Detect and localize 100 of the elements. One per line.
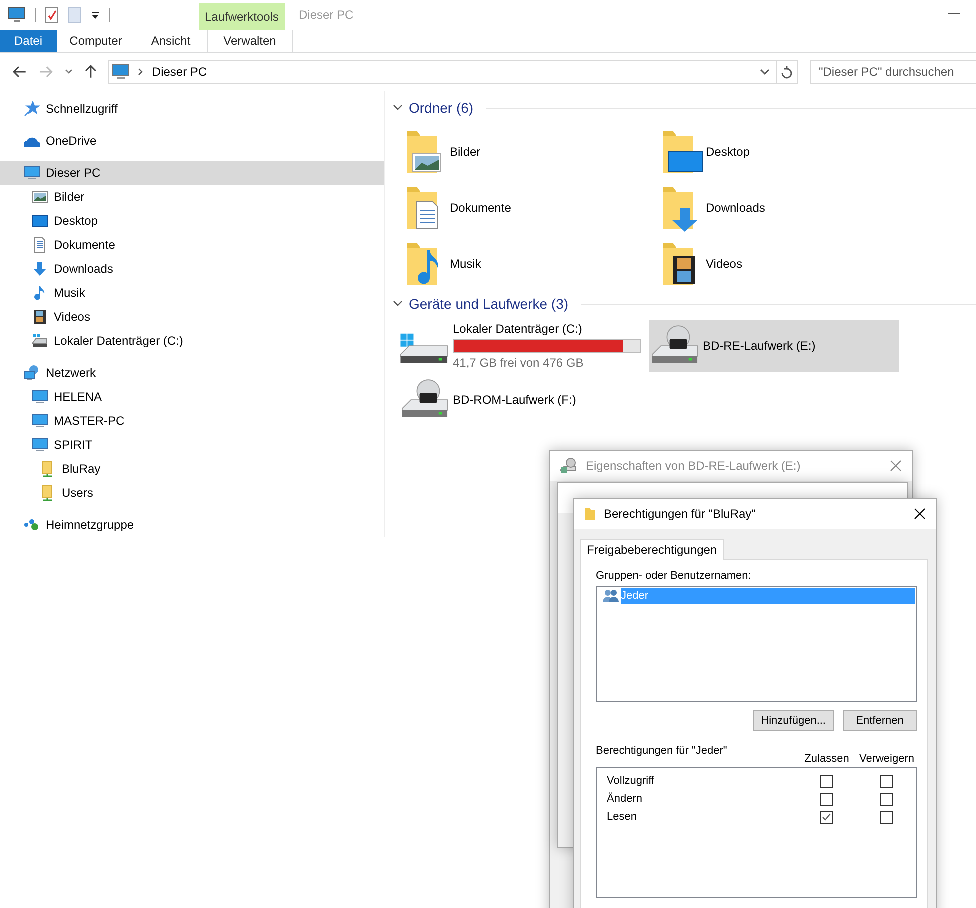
dialog-title: Eigenschaften von BD-RE-Laufwerk (E:) [586,459,801,473]
folder-icon [584,507,596,521]
nav-label: Heimnetzgruppe [46,518,134,532]
drive-icon [560,458,578,474]
nav-item[interactable]: Videos [0,305,384,329]
drive-icon [32,333,48,349]
nav-item[interactable]: Netzwerk [0,361,384,385]
nav-label: SPIRIT [54,438,93,452]
document-icon [32,237,48,253]
column-header: Verweigern [858,753,916,765]
deny-checkbox[interactable] [880,774,892,788]
drive-item[interactable]: Lokaler Datenträger (C:) 41,7 GB frei von 476 GB [399,320,649,372]
nav-label: Dieser PC [46,166,101,180]
nav-label: Bilder [54,190,85,204]
ribbon-tab[interactable]: Verwalten [207,30,293,52]
nav-label: Netzwerk [46,366,96,380]
folder-label: Desktop [706,145,750,159]
breadcrumb[interactable]: Dieser PC [152,65,208,79]
groups-label: Gruppen- oder Benutzernamen: [596,570,752,582]
free-space-text: 41,7 GB frei von 476 GB [453,356,585,370]
allow-checkbox[interactable] [820,810,832,824]
nav-item[interactable]: Dokumente [0,233,384,257]
search-field[interactable]: "Dieser PC" durchsuchen [810,60,976,84]
back-icon[interactable] [13,66,27,78]
computer-icon [32,437,48,453]
permission-name: Lesen [607,811,638,823]
folder-item[interactable]: Musik [403,236,659,292]
chevron-icon[interactable] [393,300,403,308]
nav-item[interactable]: MASTER-PC [0,409,384,433]
drive-item[interactable]: BD-ROM-Laufwerk (F:) [399,374,649,426]
deny-checkbox[interactable] [880,810,892,824]
folder-item[interactable]: Bilder [403,124,659,180]
allow-checkbox[interactable] [820,774,832,788]
nav-item[interactable]: Lokaler Datenträger (C:) [0,329,384,353]
remove-button[interactable]: Entfernen [843,710,917,731]
chevron-icon [138,68,144,76]
dropdown-icon[interactable] [91,10,100,20]
folder-item[interactable]: Videos [659,236,915,292]
nav-item[interactable]: OneDrive [0,129,384,153]
folder-label: Downloads [706,201,766,215]
nav-label: Users [62,486,94,500]
nav-label: MASTER-PC [54,414,125,428]
homegroup-icon [24,517,40,533]
dialog-title: Berechtigungen für "BluRay" [604,507,756,521]
nav-item[interactable]: Dieser PC [0,161,384,185]
folder-item[interactable]: Dokumente [403,180,659,236]
drive-label: BD-RE-Laufwerk (E:) [703,339,816,353]
nav-item[interactable]: Users [0,481,384,505]
nav-item[interactable]: HELENA [0,385,384,409]
nav-item[interactable]: Desktop [0,209,384,233]
dialog-tab[interactable]: Freigabeberechtigungen [580,539,724,560]
close-icon[interactable] [914,508,926,520]
group-heading[interactable]: Geräte und Laufwerke (3) [409,296,569,312]
refresh-icon [781,66,794,78]
nav-label: Lokaler Datenträger (C:) [54,334,184,348]
folder-item[interactable]: Desktop [659,124,915,180]
users-icon [603,589,619,603]
computer-icon [32,389,48,405]
nav-item[interactable]: Schnellzugriff [0,97,384,121]
up-icon[interactable] [84,65,96,79]
drive-item[interactable]: BD-RE-Laufwerk (E:) [649,320,899,372]
add-button[interactable]: Hinzufügen... [753,710,834,731]
nav-item[interactable]: Musik [0,281,384,305]
address-bar[interactable]: Dieser PC [108,60,778,84]
ribbon-tab[interactable]: Computer [57,30,135,52]
ribbon-tab[interactable]: Datei [0,30,57,52]
folder-label: Musik [450,257,482,271]
computer-icon[interactable] [8,7,26,23]
nav-item[interactable]: Downloads [0,257,384,281]
film-icon [32,309,48,325]
chevron-icon[interactable] [64,69,73,75]
nav-item[interactable]: Bilder [0,185,384,209]
dropdown-icon[interactable] [760,68,770,76]
nav-label: Dokumente [54,238,116,252]
folder-label: Dokumente [450,201,512,215]
permissions-label: Berechtigungen für "Jeder" [596,745,728,757]
allow-checkbox[interactable] [820,792,832,806]
nav-item[interactable]: BluRay [0,457,384,481]
column-header: Zulassen [804,753,850,765]
nav-label: Musik [54,286,86,300]
context-tab-group: Laufwerktools [199,3,285,30]
nav-label: BluRay [62,462,101,476]
chevron-icon[interactable] [393,104,403,112]
deny-checkbox[interactable] [880,792,892,806]
group-heading[interactable]: Ordner (6) [409,100,474,116]
permission-name: Ändern [607,793,644,805]
nav-label: Desktop [54,214,98,228]
nav-item[interactable]: Heimnetzgruppe [0,513,384,537]
computer-icon [32,413,48,429]
ribbon-tab[interactable]: Ansicht [135,30,207,52]
nav-label: OneDrive [46,134,97,148]
properties-icon[interactable] [45,6,59,24]
desktop-icon [32,213,48,229]
window-title: Dieser PC [299,8,354,24]
folder-label: Videos [706,257,742,271]
computer-icon [24,165,40,181]
nav-item[interactable]: SPIRIT [0,433,384,457]
folder-label: Bilder [450,145,481,159]
refresh-button[interactable] [776,60,798,84]
folder-item[interactable]: Downloads [659,180,915,236]
